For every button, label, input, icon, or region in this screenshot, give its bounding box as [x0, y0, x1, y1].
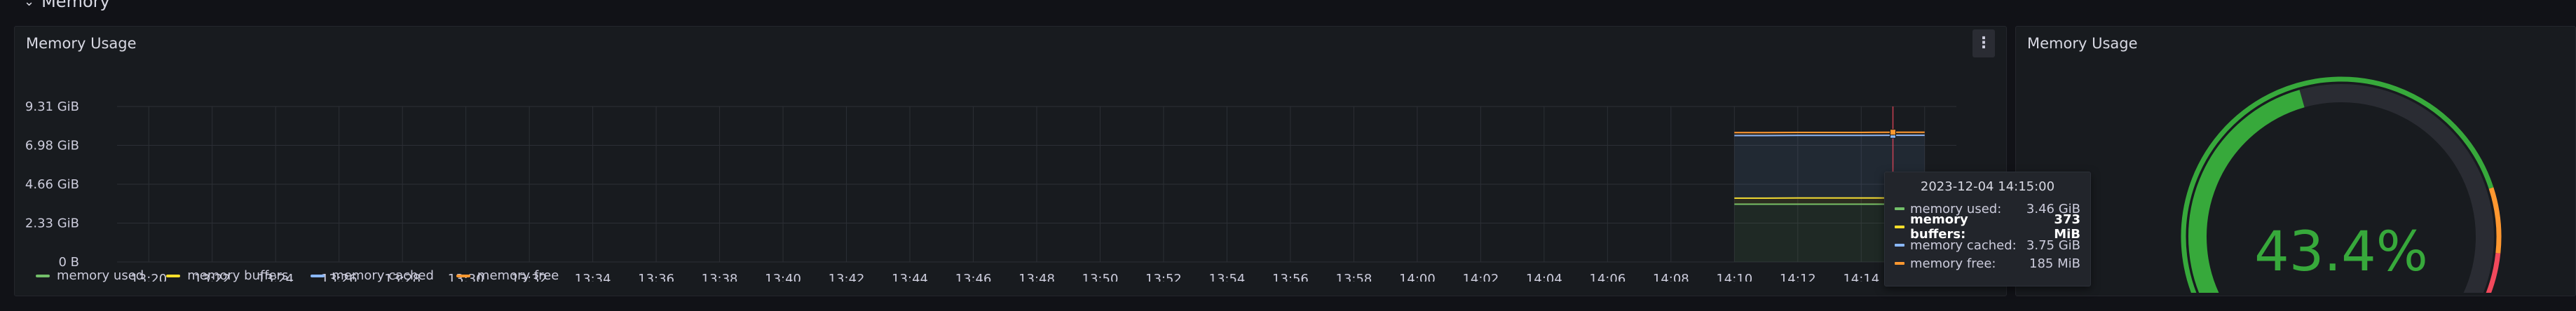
tooltip-label: memory cached:: [1910, 237, 2017, 253]
tooltip-swatch: [1895, 226, 1904, 228]
y-tick-label: 6.98 GiB: [25, 139, 79, 153]
tooltip-row-memory-cached: memory cached: 3.75 GiB: [1895, 236, 2080, 254]
tooltip-swatch: [1895, 244, 1904, 247]
x-tick-label: 14:02: [1462, 272, 1499, 282]
memory-usage-chart[interactable]: 0 B2.33 GiB4.66 GiB6.98 GiB9.31 GiB13:20…: [15, 71, 2006, 282]
tooltip-label: memory free:: [1910, 256, 1996, 271]
kebab-menu-icon[interactable]: ⋮: [1972, 29, 1995, 57]
memory-usage-gauge-panel: Memory Usage 43.4%: [2015, 26, 2576, 296]
x-tick-label: 14:06: [1589, 272, 1626, 282]
panel-title: Memory Usage: [26, 35, 137, 52]
row-title: Memory: [41, 0, 110, 11]
legend-label: memory cached: [332, 268, 434, 283]
tooltip-row-memory-free: memory free: 185 MiB: [1895, 254, 2080, 272]
tooltip-swatch: [1895, 262, 1904, 265]
chevron-down-icon[interactable]: ⌄: [24, 0, 34, 9]
legend-label: memory free: [477, 268, 559, 283]
chart-legend: memory used memory buffers memory cached…: [36, 268, 559, 283]
tooltip-value: 3.75 GiB: [2026, 237, 2080, 253]
legend-swatch: [456, 274, 470, 277]
legend-swatch: [166, 274, 181, 277]
x-tick-label: 13:54: [1209, 272, 1246, 282]
memory-usage-timeseries-panel: Memory Usage ⋮ 0 B 2.33 GiB 4.66 GiB 6.98 G…: [14, 26, 2007, 296]
x-tick-label: 14:04: [1526, 272, 1562, 282]
x-tick-label: 14:00: [1399, 272, 1436, 282]
y-tick-label: 9.31 GiB: [25, 99, 79, 114]
x-tick-label: 13:46: [955, 272, 992, 282]
hover-point: [1890, 129, 1897, 136]
x-tick-label: 14:08: [1653, 272, 1689, 282]
legend-swatch: [36, 274, 50, 277]
legend-item-memory-cached[interactable]: memory cached: [311, 268, 434, 283]
legend-label: memory used: [57, 268, 144, 283]
x-tick-label: 13:52: [1145, 272, 1182, 282]
legend-item-memory-free[interactable]: memory free: [456, 268, 559, 283]
legend-item-memory-used[interactable]: memory used: [36, 268, 144, 283]
x-tick-label: 13:50: [1082, 272, 1119, 282]
x-tick-label: 13:38: [702, 272, 738, 282]
x-tick-label: 13:58: [1335, 272, 1372, 282]
x-tick-label: 14:10: [1716, 272, 1752, 282]
legend-label: memory buffers: [187, 268, 289, 283]
memory-gauge: 43.4%: [2181, 76, 2502, 293]
hover-tooltip: 2023-12-04 14:15:00 memory used: 3.46 Gi…: [1884, 172, 2091, 286]
x-tick-label: 13:40: [765, 272, 801, 282]
legend-swatch: [311, 274, 325, 277]
x-tick-label: 14:12: [1780, 272, 1816, 282]
x-tick-label: 13:48: [1018, 272, 1055, 282]
x-tick-label: 13:36: [638, 272, 674, 282]
x-tick-label: 13:34: [575, 272, 611, 282]
x-tick-label: 13:44: [892, 272, 928, 282]
y-tick-label: 4.66 GiB: [25, 177, 79, 192]
panel-title: Memory Usage: [2027, 35, 2138, 52]
tooltip-swatch: [1895, 207, 1904, 210]
legend-item-memory-buffers[interactable]: memory buffers: [166, 268, 288, 283]
x-tick-label: 14:14: [1843, 272, 1879, 282]
y-tick-label: 2.33 GiB: [25, 216, 79, 231]
tooltip-value: 185 MiB: [2029, 256, 2080, 271]
x-tick-label: 13:56: [1272, 272, 1309, 282]
x-tick-label: 13:42: [829, 272, 865, 282]
tooltip-row-memory-buffers: memory buffers: 373 MiB: [1895, 212, 2080, 242]
gauge-value: 43.4%: [2254, 221, 2428, 284]
row-header-memory[interactable]: ⌄ Memory: [24, 0, 110, 11]
tooltip-time: 2023-12-04 14:15:00: [1920, 179, 2055, 194]
y-tick-label: 0 B: [58, 255, 79, 270]
